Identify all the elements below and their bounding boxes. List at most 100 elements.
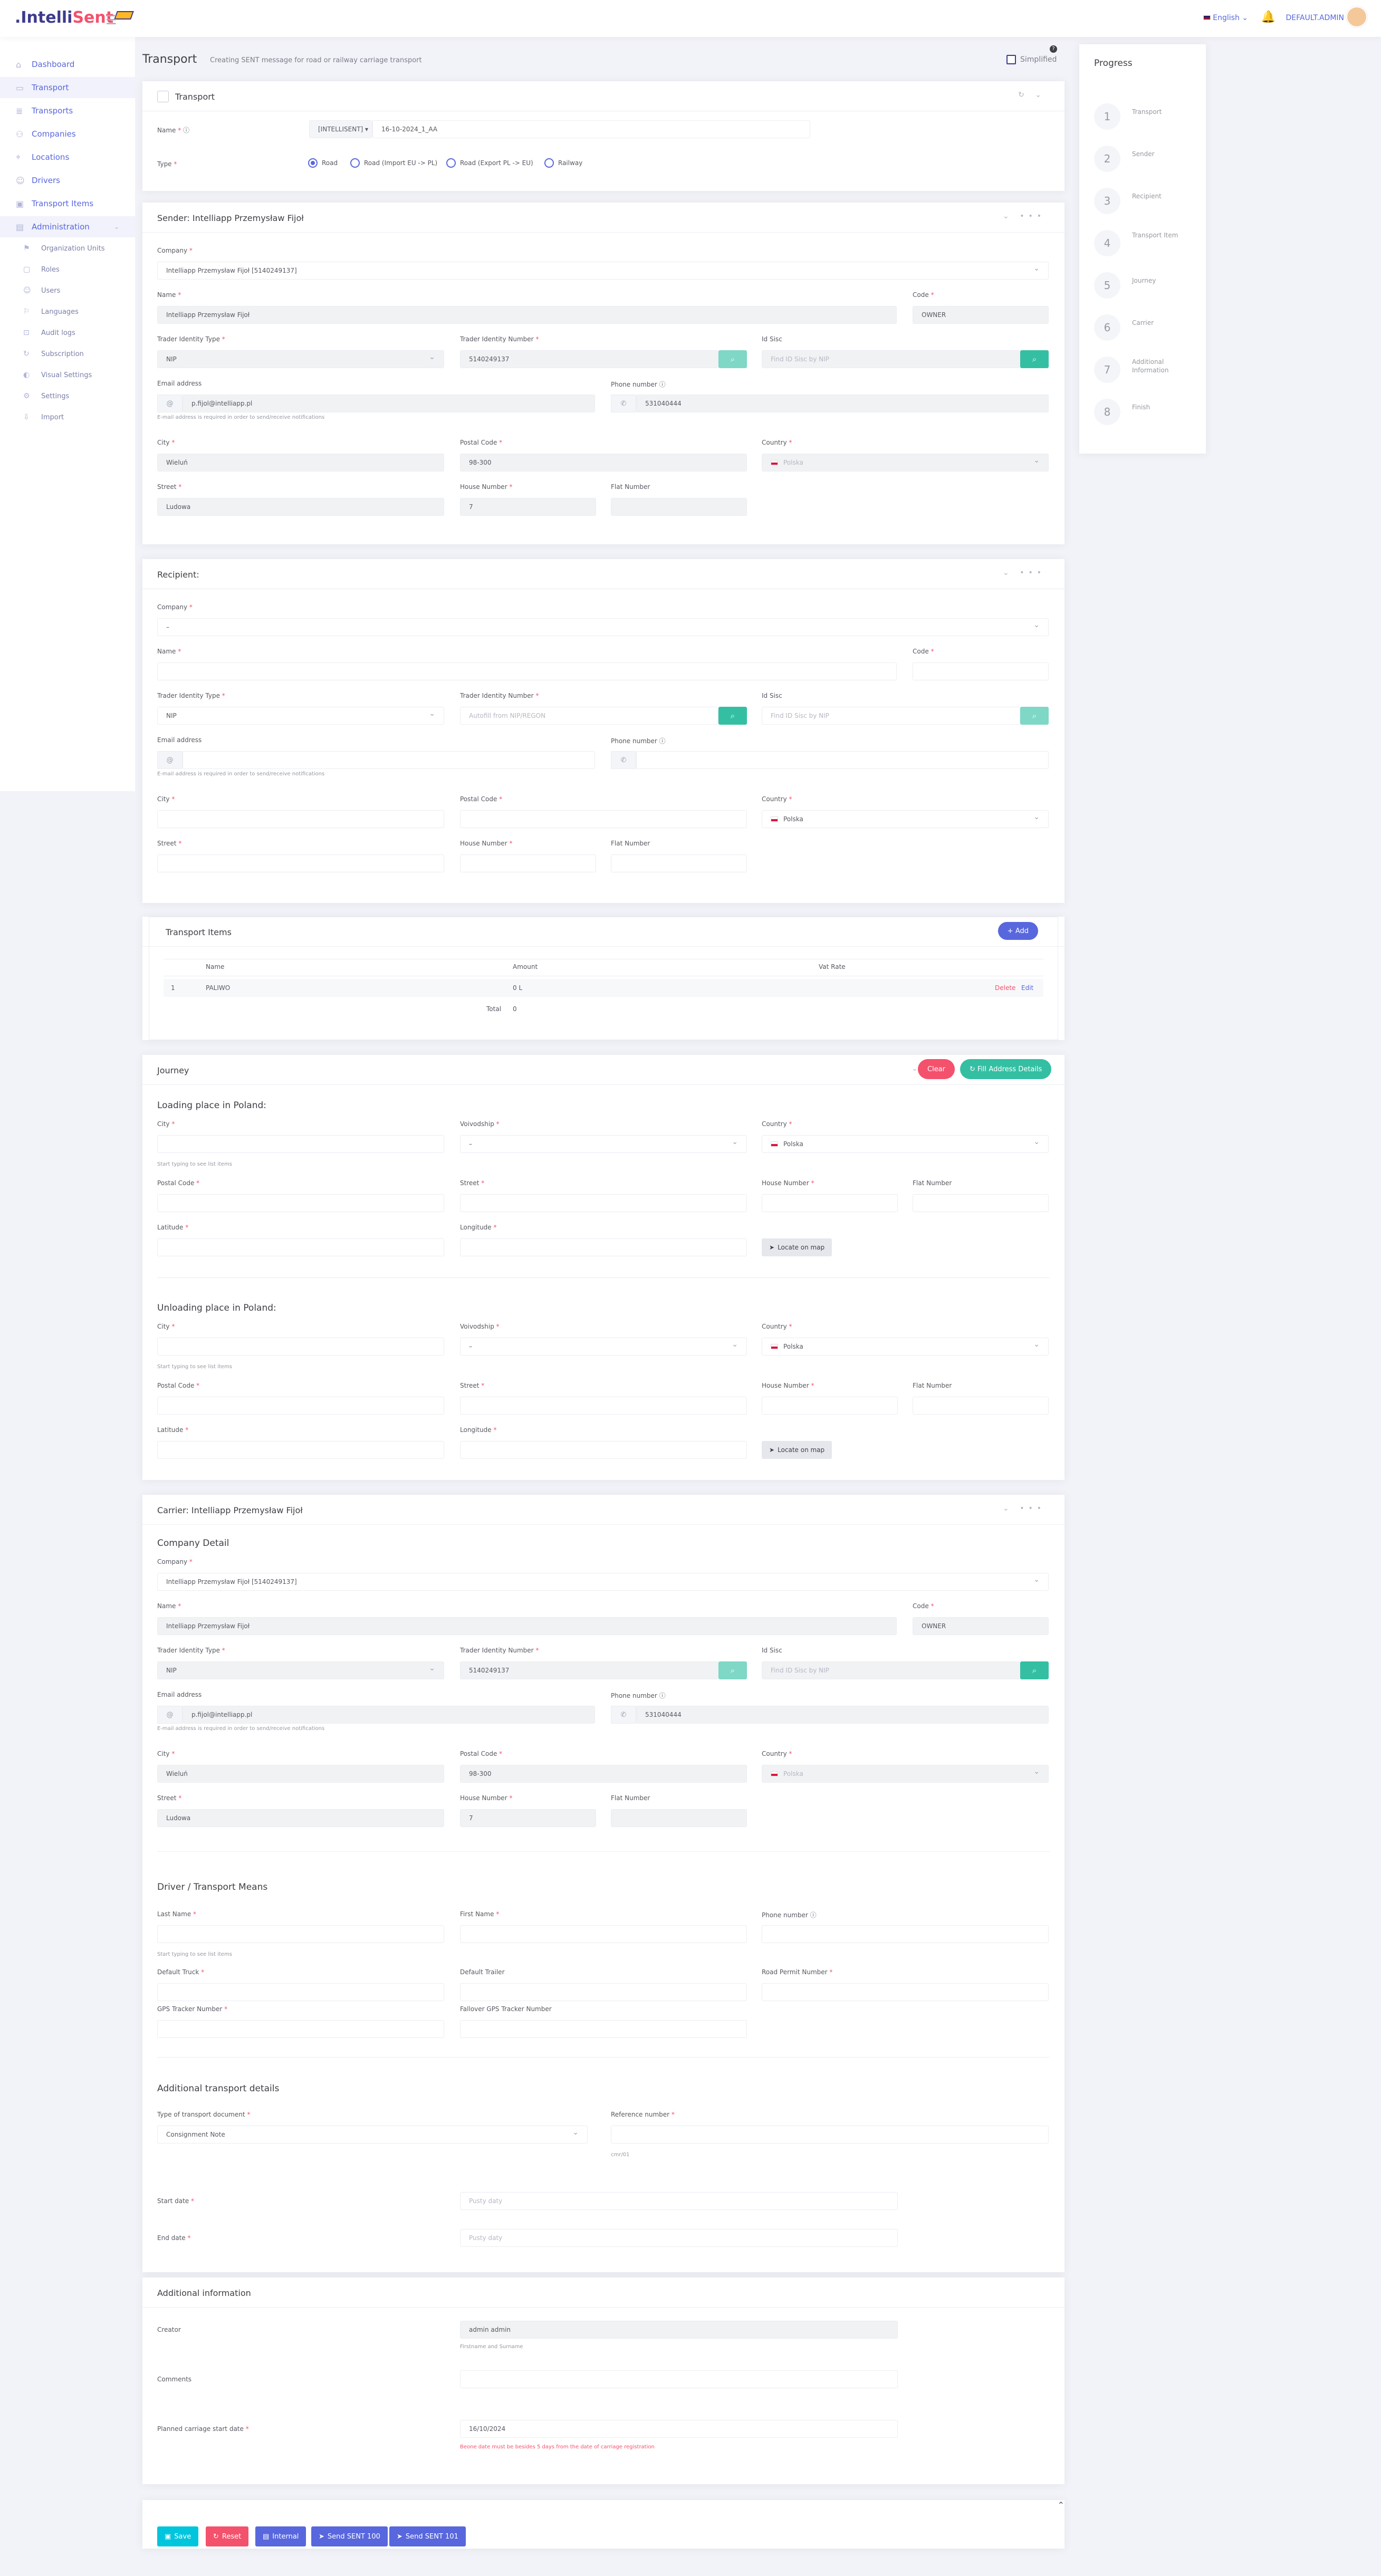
sidebar-item-transport-items[interactable]: ▣ Transport Items [0, 193, 135, 214]
recipient-house-input[interactable] [460, 854, 596, 872]
unloading-postal-input[interactable] [157, 1397, 444, 1415]
recipient-street-input[interactable] [157, 854, 444, 872]
loading-voivodship-select[interactable]: – [460, 1135, 747, 1153]
save-button[interactable]: ▣ Save [157, 2526, 199, 2546]
carrier-code-input[interactable]: OWNER [913, 1617, 1049, 1635]
sender-email-input[interactable]: p.fijol@intelliapp.pl [183, 395, 595, 412]
sidebar-item-languages[interactable]: ⚐ Languages [0, 303, 135, 321]
panel-tools[interactable]: ↻ ⌄ [1018, 91, 1046, 99]
progress-step-transport-item[interactable]: 4 Transport Item [1094, 230, 1200, 262]
unloading-longitude-input[interactable] [460, 1441, 747, 1459]
language-selector[interactable]: English ⌄ [1203, 14, 1248, 22]
delete-item-link[interactable]: Delete [995, 984, 1015, 992]
carrier-trader-type-select[interactable]: NIP [157, 1661, 444, 1679]
carrier-postal-input[interactable]: 98-300 [460, 1765, 747, 1783]
search-icon[interactable]: ⌕ [718, 1661, 747, 1679]
creator-input[interactable]: admin admin [460, 2321, 898, 2339]
gps-tracker-input[interactable] [157, 2020, 444, 2038]
progress-step-journey[interactable]: 5 Journey [1094, 272, 1200, 304]
unloading-latitude-input[interactable] [157, 1441, 444, 1459]
loading-longitude-input[interactable] [460, 1238, 747, 1256]
type-export-radio[interactable]: Road (Export PL -> EU) [446, 158, 533, 168]
sidebar-item-users[interactable]: ☺ Users [0, 282, 135, 300]
driver-phone-input[interactable] [762, 1925, 1049, 1943]
sender-postal-input[interactable]: 98-300 [460, 454, 747, 472]
carrier-name-input[interactable]: Intelliapp Przemysław Fijoł [157, 1617, 897, 1635]
carrier-flat-input[interactable] [611, 1809, 747, 1827]
carrier-company-select[interactable]: Intelliapp Przemysław Fijoł [5140249137] [157, 1573, 1049, 1591]
add-item-button[interactable]: + Add [998, 922, 1038, 940]
name-prefix-dropdown[interactable]: [INTELLISENT] ▾ [309, 120, 372, 138]
progress-step-recipient[interactable]: 3 Recipient [1094, 188, 1200, 219]
loading-latitude-input[interactable] [157, 1238, 444, 1256]
driver-last-name-input[interactable] [157, 1925, 444, 1943]
loading-city-input[interactable] [157, 1135, 444, 1153]
recipient-code-input[interactable] [913, 662, 1049, 680]
send-sent-100-button[interactable]: ➤ Send SENT 100 [311, 2526, 388, 2546]
unloading-house-input[interactable] [762, 1397, 898, 1415]
end-date-input[interactable]: Pusty daty [460, 2229, 898, 2247]
unloading-street-input[interactable] [460, 1397, 747, 1415]
recipient-city-input[interactable] [157, 810, 444, 828]
search-icon[interactable]: ⌕ [718, 707, 747, 725]
sender-idsisc-input[interactable]: Find ID Sisc by NIP [762, 350, 1020, 368]
progress-step-transport[interactable]: 1 Transport [1094, 103, 1200, 135]
fill-address-button[interactable]: ↻ Fill Address Details [960, 1059, 1052, 1079]
loading-country-select[interactable]: Polska [762, 1135, 1049, 1153]
sender-code-input[interactable]: OWNER [913, 306, 1049, 324]
sidebar-item-roles[interactable]: ▢ Roles [0, 261, 135, 278]
avatar[interactable] [1346, 6, 1367, 27]
loading-locate-button[interactable]: ➤ Locate on map [762, 1238, 832, 1256]
sidebar-item-transport[interactable]: ▭ Transport [0, 77, 135, 98]
panel-tools[interactable]: ⌄ ••• [1003, 569, 1046, 577]
search-icon[interactable]: ⌕ [1020, 350, 1049, 368]
reference-number-input[interactable] [611, 2126, 1049, 2144]
search-icon[interactable]: ⌕ [718, 350, 747, 368]
carrier-country-select[interactable]: Polska [762, 1765, 1049, 1783]
send-sent-101-button[interactable]: ➤ Send SENT 101 [389, 2526, 466, 2546]
type-railway-radio[interactable]: Railway [544, 158, 582, 168]
simplified-checkbox[interactable] [1006, 55, 1016, 64]
recipient-postal-input[interactable] [460, 810, 747, 828]
loading-house-input[interactable] [762, 1194, 898, 1212]
recipient-flat-input[interactable] [611, 854, 747, 872]
comments-input[interactable] [460, 2370, 898, 2388]
carrier-email-input[interactable]: p.fijol@intelliapp.pl [183, 1706, 595, 1724]
recipient-idsisc-input[interactable]: Find ID Sisc by NIP [762, 707, 1020, 725]
carrier-idsisc-input[interactable]: Find ID Sisc by NIP [762, 1661, 1020, 1679]
user-menu[interactable]: DEFAULT.ADMIN [1286, 14, 1344, 22]
carrier-house-input[interactable]: 7 [460, 1809, 596, 1827]
type-import-radio[interactable]: Road (Import EU -> PL) [350, 158, 437, 168]
loading-flat-input[interactable] [913, 1194, 1049, 1212]
menu-toggle-icon[interactable]: ☰ [106, 13, 117, 27]
unloading-voivodship-select[interactable]: – [460, 1338, 747, 1356]
default-trailer-input[interactable] [460, 1983, 747, 2001]
edit-item-link[interactable]: Edit [1021, 984, 1033, 992]
road-permit-input[interactable] [762, 1983, 1049, 2001]
sender-name-input[interactable]: Intelliapp Przemysław Fijoł [157, 306, 897, 324]
sidebar-item-audit-logs[interactable]: ⊡ Audit logs [0, 324, 135, 342]
sender-country-select[interactable]: Polska [762, 454, 1049, 472]
progress-step-sender[interactable]: 2 Sender [1094, 146, 1200, 177]
reset-button[interactable]: ↻ Reset [206, 2526, 249, 2546]
driver-first-name-input[interactable] [460, 1925, 747, 1943]
type-road-radio[interactable]: Road [308, 158, 338, 168]
sidebar-item-settings[interactable]: ⚙ Settings [0, 387, 135, 405]
sidebar-item-locations[interactable]: ⌖ Locations [0, 147, 135, 168]
notifications-bell-icon[interactable]: 🔔 [1261, 11, 1275, 24]
sidebar-item-drivers[interactable]: ☺ Drivers [0, 170, 135, 191]
progress-step-additional[interactable]: 7 Additional Information [1094, 357, 1200, 388]
planned-start-date-input[interactable]: 16/10/2024 [460, 2420, 898, 2438]
clear-button[interactable]: Clear [918, 1059, 955, 1079]
loading-postal-input[interactable] [157, 1194, 444, 1212]
simplified-toggle[interactable]: Simplified [1006, 55, 1057, 64]
recipient-trader-number-input[interactable]: Autofill from NIP/REGON [460, 707, 718, 725]
sidebar-item-transports[interactable]: ≣ Transports [0, 100, 135, 121]
sender-phone-input[interactable]: 531040444 [636, 395, 1049, 412]
unloading-flat-input[interactable] [913, 1397, 1049, 1415]
sender-house-input[interactable]: 7 [460, 498, 596, 516]
unloading-country-select[interactable]: Polska [762, 1338, 1049, 1356]
sidebar-item-companies[interactable]: ⚇ Companies [0, 123, 135, 145]
sidebar-item-dashboard[interactable]: ⌂ Dashboard [0, 54, 135, 75]
unloading-locate-button[interactable]: ➤ Locate on map [762, 1441, 832, 1459]
